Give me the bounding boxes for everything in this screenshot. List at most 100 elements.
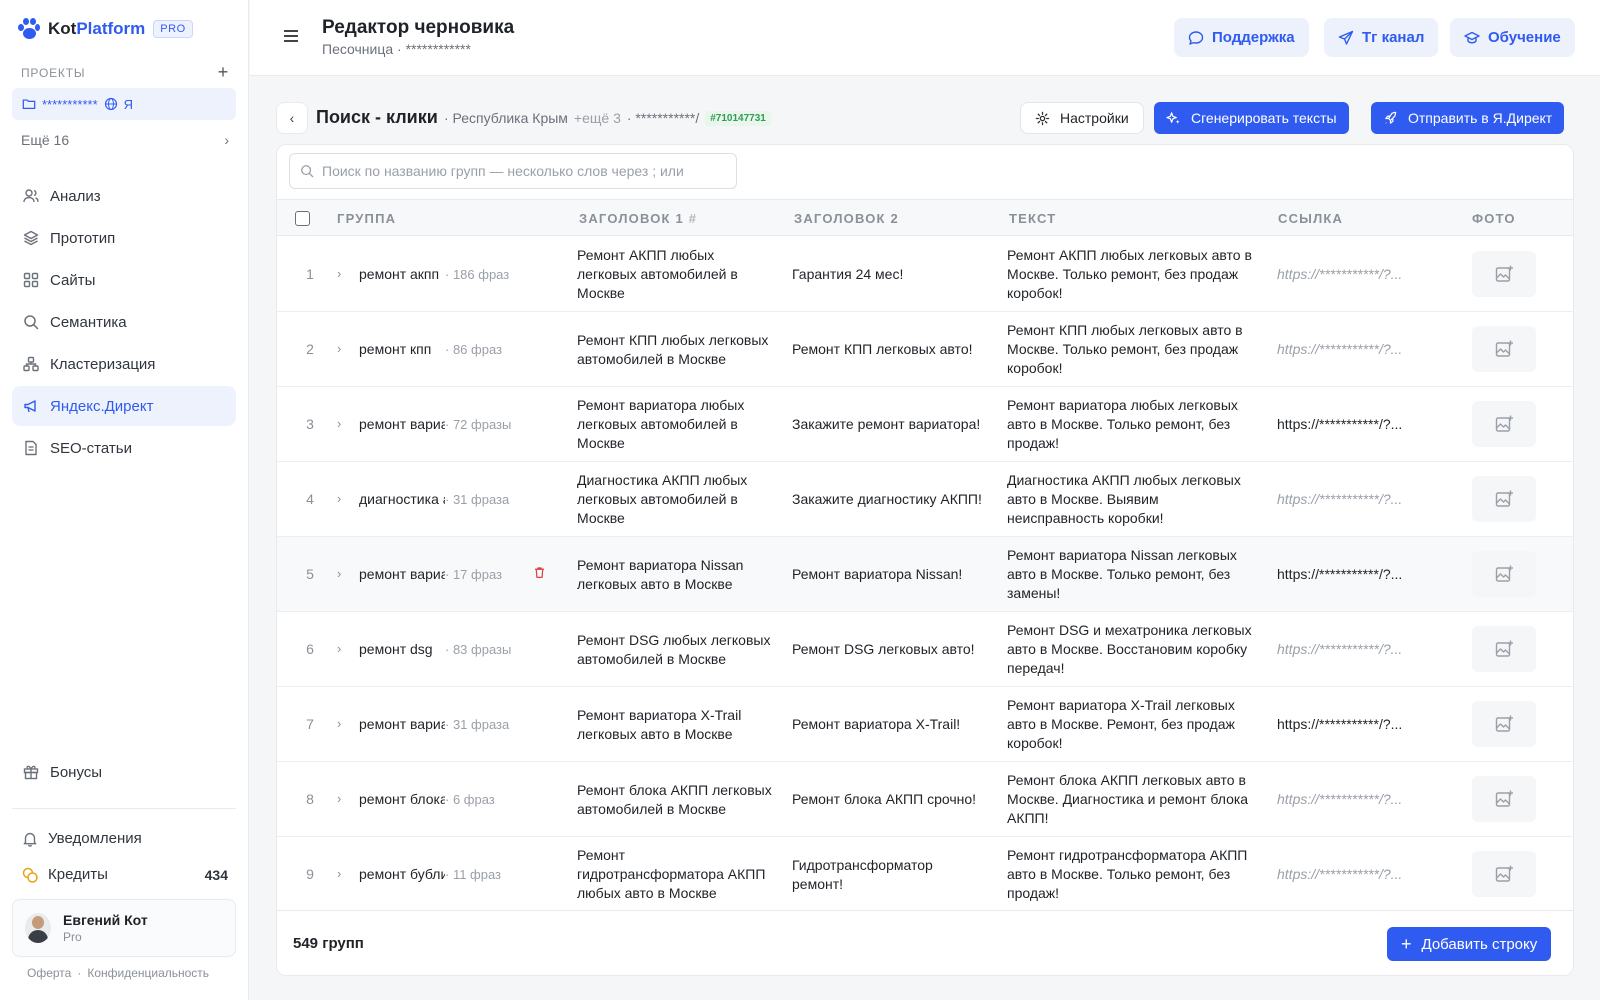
headline-1-cell[interactable]: Ремонт АКПП любых легковых автомобилей в… bbox=[577, 237, 772, 312]
ad-text-cell[interactable]: Ремонт DSG и мехатроника легковых авто в… bbox=[1007, 612, 1257, 687]
select-all-checkbox[interactable] bbox=[295, 211, 310, 226]
add-photo-icon[interactable] bbox=[1472, 851, 1536, 897]
chevron-right-icon[interactable]: › bbox=[337, 866, 341, 881]
link-cell[interactable]: https://***********/?... bbox=[1277, 387, 1433, 462]
nav-item-clustering[interactable]: Кластеризация bbox=[12, 344, 236, 384]
nav-item-prototype[interactable]: Прототип bbox=[12, 218, 236, 258]
add-photo-icon[interactable] bbox=[1472, 476, 1536, 522]
headline-1-cell[interactable]: Ремонт гидротрансформатора АКПП любых ав… bbox=[577, 837, 772, 912]
add-row-button[interactable]: + Добавить строку bbox=[1387, 927, 1552, 961]
notifications-item[interactable]: Уведомления bbox=[22, 830, 142, 847]
tg-channel-button[interactable]: Тг канал bbox=[1324, 18, 1439, 57]
chevron-right-icon[interactable]: › bbox=[337, 791, 341, 806]
headline-2-cell[interactable]: Закажите ремонт вариатора! bbox=[792, 387, 987, 462]
learning-button[interactable]: Обучение bbox=[1450, 18, 1575, 57]
add-photo-icon[interactable] bbox=[1472, 626, 1536, 672]
send-to-direct-button[interactable]: Отправить в Я.Директ bbox=[1371, 102, 1565, 134]
table-row[interactable]: 9 › ремонт бублика· 11 фраз Ремонт гидротра… bbox=[277, 837, 1573, 912]
campaign-more-regions[interactable]: +ещё 3 bbox=[574, 110, 621, 126]
add-photo-icon[interactable] bbox=[1472, 401, 1536, 447]
nav-item-analysis[interactable]: Анализ bbox=[12, 176, 236, 216]
headline-2-cell[interactable]: Ремонт DSG легковых авто! bbox=[792, 612, 987, 687]
headline-1-cell[interactable]: Ремонт вариатора X-Trail легковых авто в… bbox=[577, 687, 772, 762]
link-cell[interactable]: https://***********/?... bbox=[1277, 687, 1433, 762]
menu-icon[interactable] bbox=[284, 30, 298, 45]
table-row[interactable]: 4 › диагностика акпп· 31 фраза Диагностика … bbox=[277, 462, 1573, 537]
group-name[interactable]: ремонт бублика bbox=[359, 866, 445, 882]
headline-2-cell[interactable]: Ремонт блока АКПП срочно! bbox=[792, 762, 987, 837]
chevron-right-icon[interactable]: › bbox=[337, 641, 341, 656]
headline-2-cell[interactable]: Ремонт вариатора Nissan! bbox=[792, 537, 987, 612]
ad-text-cell[interactable]: Ремонт блока АКПП легковых авто в Москве… bbox=[1007, 762, 1257, 837]
user-card[interactable]: Евгений Кот Pro bbox=[12, 899, 236, 957]
table-row[interactable]: 1 › ремонт акпп · 186 фраз Ремонт АКПП любых… bbox=[277, 237, 1573, 312]
add-photo-icon[interactable] bbox=[1472, 776, 1536, 822]
ad-text-cell[interactable]: Ремонт вариатора любых легковых авто в М… bbox=[1007, 387, 1257, 462]
table-row[interactable]: 7 › ремонт вариатора x-trail· 31 фраза Ремо… bbox=[277, 687, 1573, 762]
link-cell[interactable]: https://***********/?... bbox=[1277, 462, 1433, 537]
chevron-right-icon[interactable]: › bbox=[337, 491, 341, 506]
ad-text-cell[interactable]: Диагностика АКПП любых легковых авто в М… bbox=[1007, 462, 1257, 537]
chevron-right-icon[interactable]: › bbox=[337, 416, 341, 431]
ad-text-cell[interactable]: Ремонт вариатора Nissan легковых авто в … bbox=[1007, 537, 1257, 612]
headline-1-cell[interactable]: Ремонт DSG любых легковых автомобилей в … bbox=[577, 612, 772, 687]
link-cell[interactable]: https://***********/?... bbox=[1277, 837, 1433, 912]
privacy-link[interactable]: Конфиденциальность bbox=[87, 966, 209, 980]
chevron-right-icon[interactable]: › bbox=[337, 566, 341, 581]
group-name[interactable]: ремонт блока акпп bbox=[359, 791, 445, 807]
nav-item-sites[interactable]: Сайты bbox=[12, 260, 236, 300]
chevron-right-icon[interactable]: › bbox=[337, 266, 341, 281]
group-name[interactable]: ремонт кпп bbox=[359, 341, 445, 357]
headline-1-cell[interactable]: Диагностика АКПП любых легковых автомоби… bbox=[577, 462, 772, 537]
table-row[interactable]: 2 › ремонт кпп · 86 фраз Ремонт КПП любых ле… bbox=[277, 312, 1573, 387]
ad-text-cell[interactable]: Ремонт вариатора X-Trail легковых авто в… bbox=[1007, 687, 1257, 762]
offer-link[interactable]: Оферта bbox=[27, 966, 71, 980]
add-photo-icon[interactable] bbox=[1472, 326, 1536, 372]
headline-1-cell[interactable]: Ремонт вариатора Nissan легковых авто в … bbox=[577, 537, 772, 612]
nav-item-seo-articles[interactable]: SEO-статьи bbox=[12, 428, 236, 468]
app-logo[interactable]: KotPlatform PRO bbox=[18, 16, 193, 42]
add-photo-icon[interactable] bbox=[1472, 701, 1536, 747]
link-cell[interactable]: https://***********/?... bbox=[1277, 237, 1433, 312]
nav-item-semantics[interactable]: Семантика bbox=[12, 302, 236, 342]
link-cell[interactable]: https://***********/?... bbox=[1277, 612, 1433, 687]
group-name[interactable]: ремонт вариатора x-trail bbox=[359, 716, 445, 732]
add-photo-icon[interactable] bbox=[1472, 251, 1536, 297]
back-button[interactable]: ‹ bbox=[276, 102, 308, 134]
table-row[interactable]: 3 › ремонт вариатора· 72 фразы Ремонт вариа… bbox=[277, 387, 1573, 462]
ad-text-cell[interactable]: Ремонт КПП любых легковых авто в Москве.… bbox=[1007, 312, 1257, 387]
group-name[interactable]: ремонт акпп bbox=[359, 266, 445, 282]
generate-texts-button[interactable]: Сгенерировать тексты bbox=[1154, 102, 1349, 134]
headline-1-cell[interactable]: Ремонт вариатора любых легковых автомоби… bbox=[577, 387, 772, 462]
table-row[interactable]: 8 › ремонт блока акпп· 6 фраз Ремонт блока … bbox=[277, 762, 1573, 837]
group-name[interactable]: ремонт вариатора nissan bbox=[359, 566, 445, 582]
credits-item[interactable]: Кредиты 434 bbox=[22, 866, 228, 883]
headline-2-cell[interactable]: Гарантия 24 мес! bbox=[792, 237, 987, 312]
table-row[interactable]: 5 › ремонт вариатора nissan· 17 фраз Ремонт… bbox=[277, 537, 1573, 612]
group-name[interactable]: диагностика акпп bbox=[359, 491, 445, 507]
headline-1-cell[interactable]: Ремонт КПП любых легковых автомобилей в … bbox=[577, 312, 772, 387]
table-row[interactable]: 6 › ремонт dsg · 83 фразы Ремонт DSG любых л… bbox=[277, 612, 1573, 687]
group-name[interactable]: ремонт dsg bbox=[359, 641, 445, 657]
link-cell[interactable]: https://***********/?... bbox=[1277, 762, 1433, 837]
add-project-button[interactable]: + bbox=[218, 62, 229, 83]
nav-item-yandex-direct[interactable]: Яндекс.Директ bbox=[12, 386, 236, 426]
support-button[interactable]: Поддержка bbox=[1174, 18, 1309, 57]
link-cell[interactable]: https://***********/?... bbox=[1277, 312, 1433, 387]
chevron-right-icon[interactable]: › bbox=[337, 716, 341, 731]
headline-2-cell[interactable]: Гидротрансформатор ремонт! bbox=[792, 837, 987, 912]
trash-icon[interactable] bbox=[533, 566, 546, 582]
ad-text-cell[interactable]: Ремонт гидротрансформатора АКПП авто в М… bbox=[1007, 837, 1257, 912]
settings-button[interactable]: Настройки bbox=[1020, 102, 1144, 134]
project-item[interactable]: *********** Я bbox=[12, 88, 236, 120]
headline-2-cell[interactable]: Закажите диагностику АКПП! bbox=[792, 462, 987, 537]
more-projects[interactable]: Ещё 16 › bbox=[21, 132, 229, 148]
nav-item-bonuses[interactable]: Бонусы bbox=[12, 752, 236, 792]
chevron-right-icon[interactable]: › bbox=[337, 341, 341, 356]
groups-search-input[interactable]: Поиск по названию групп — несколько слов… bbox=[289, 153, 737, 189]
ad-text-cell[interactable]: Ремонт АКПП любых легковых авто в Москве… bbox=[1007, 237, 1257, 312]
link-cell[interactable]: https://***********/?... bbox=[1277, 537, 1433, 612]
headline-2-cell[interactable]: Ремонт вариатора X-Trail! bbox=[792, 687, 987, 762]
group-name[interactable]: ремонт вариатора bbox=[359, 416, 445, 432]
add-photo-icon[interactable] bbox=[1472, 551, 1536, 597]
